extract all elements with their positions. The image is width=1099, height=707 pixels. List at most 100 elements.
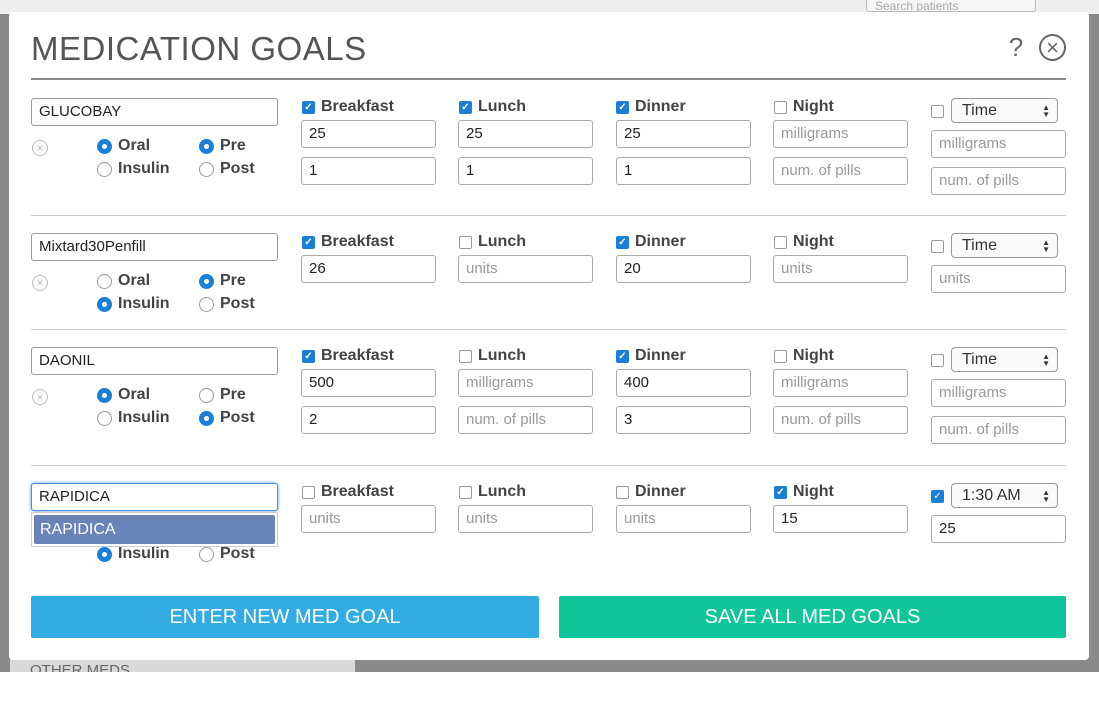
custom-amount-input[interactable]: milligrams <box>931 130 1066 158</box>
radio-insulin[interactable]: Insulin <box>97 545 170 563</box>
radio-pre[interactable]: Pre <box>199 386 246 404</box>
breakfast-amount-input[interactable]: units <box>301 505 436 533</box>
breakfast-pills-input[interactable]: 2 <box>301 406 436 434</box>
checkbox-label: Lunch <box>478 98 526 115</box>
lunch-amount-input[interactable]: milligrams <box>458 369 593 397</box>
checkbox-dinner[interactable]: Dinner <box>616 483 686 501</box>
custom-time-select[interactable]: 1:30 AM ▲ ▼ <box>951 483 1058 508</box>
custom-time-select[interactable]: Time ▲ ▼ <box>951 98 1058 123</box>
checkbox-label: Breakfast <box>321 233 394 250</box>
dinner-amount-input[interactable]: 400 <box>616 369 751 397</box>
radio-insulin[interactable]: Insulin <box>97 160 170 178</box>
checkbox-lunch[interactable]: Lunch <box>459 347 526 365</box>
radio-oral[interactable]: Oral <box>97 272 150 290</box>
autocomplete-option[interactable]: RAPIDICA <box>34 515 275 544</box>
dinner-pills-input[interactable]: 3 <box>616 406 751 434</box>
checkmark-icon: ✓ <box>302 235 315 249</box>
custom-amount-input[interactable]: units <box>931 265 1066 293</box>
custom-amount-input[interactable]: milligrams <box>931 379 1066 407</box>
radio-post[interactable]: Post <box>199 295 255 313</box>
med-name-input[interactable]: GLUCOBAY <box>31 98 278 126</box>
custom-time-checkbox[interactable]: ✓ <box>931 490 944 503</box>
checkbox-night[interactable]: Night <box>774 347 834 365</box>
radio-post[interactable]: Post <box>199 409 255 427</box>
radio-pre[interactable]: Pre <box>199 272 246 290</box>
checkbox-night[interactable]: ✓ Night <box>774 483 834 501</box>
night-pills-input[interactable]: num. of pills <box>773 406 908 434</box>
remove-med-icon[interactable]: × <box>32 389 48 405</box>
autocomplete-dropdown: RAPIDICA <box>31 512 278 547</box>
unchecked-box-icon <box>616 485 629 499</box>
checkbox-label: Dinner <box>635 347 686 364</box>
checkmark-icon: ✓ <box>302 349 315 363</box>
dinner-pills-input[interactable]: 1 <box>616 157 751 185</box>
checkbox-night[interactable]: Night <box>774 233 834 251</box>
breakfast-amount-input[interactable]: 500 <box>301 369 436 397</box>
med-name-input[interactable]: Mixtard30Penfill <box>31 233 278 261</box>
med-name-input[interactable]: DAONIL <box>31 347 278 375</box>
breakfast-pills-input[interactable]: 1 <box>301 157 436 185</box>
lunch-pills-input[interactable]: 1 <box>458 157 593 185</box>
custom-pills-input[interactable]: num. of pills <box>931 167 1066 195</box>
remove-med-icon[interactable]: × <box>32 275 48 291</box>
checkbox-lunch[interactable]: ✓ Lunch <box>459 98 526 116</box>
night-amount-input[interactable]: units <box>773 255 908 283</box>
radio-oral[interactable]: Oral <box>97 386 150 404</box>
custom-pills-input[interactable]: num. of pills <box>931 416 1066 444</box>
custom-time-select[interactable]: Time ▲ ▼ <box>951 233 1058 258</box>
custom-amount-input[interactable]: 25 <box>931 515 1066 543</box>
remove-med-icon[interactable]: × <box>32 140 48 156</box>
med-name-input[interactable]: RAPIDICA <box>31 483 278 511</box>
checkmark-icon: ✓ <box>616 349 629 363</box>
lunch-amount-input[interactable]: units <box>458 505 593 533</box>
radio-insulin[interactable]: Insulin <box>97 295 170 313</box>
unchecked-box-icon <box>459 349 472 363</box>
radio-oral[interactable]: Oral <box>97 137 150 155</box>
checkbox-breakfast[interactable]: Breakfast <box>302 483 394 501</box>
custom-time-checkbox[interactable] <box>931 105 944 118</box>
patient-search-input[interactable]: Search patients <box>866 0 1036 13</box>
dinner-amount-input[interactable]: 25 <box>616 120 751 148</box>
radio-label: Pre <box>220 272 246 289</box>
question-icon[interactable]: ? <box>1003 32 1029 63</box>
select-arrows-icon: ▲ ▼ <box>1042 488 1050 504</box>
custom-time-select[interactable]: Time ▲ ▼ <box>951 347 1058 372</box>
breakfast-amount-input[interactable]: 25 <box>301 120 436 148</box>
lunch-amount-input[interactable]: 25 <box>458 120 593 148</box>
checkbox-dinner[interactable]: ✓ Dinner <box>616 233 686 251</box>
select-value: Time <box>962 102 997 119</box>
checkbox-breakfast[interactable]: ✓ Breakfast <box>302 347 394 365</box>
custom-time-checkbox[interactable] <box>931 354 944 367</box>
checkbox-label: Dinner <box>635 483 686 500</box>
radio-label: Pre <box>220 386 246 403</box>
save-all-med-goals-button[interactable]: SAVE ALL MED GOALS <box>559 596 1066 638</box>
checkbox-dinner[interactable]: ✓ Dinner <box>616 98 686 116</box>
custom-time-checkbox[interactable] <box>931 240 944 253</box>
radio-insulin[interactable]: Insulin <box>97 409 170 427</box>
dinner-amount-input[interactable]: units <box>616 505 751 533</box>
checkbox-lunch[interactable]: Lunch <box>459 483 526 501</box>
enter-new-med-goal-button[interactable]: ENTER NEW MED GOAL <box>31 596 539 638</box>
checkbox-night[interactable]: Night <box>774 98 834 116</box>
checkbox-breakfast[interactable]: ✓ Breakfast <box>302 233 394 251</box>
night-amount-input[interactable]: milligrams <box>773 120 908 148</box>
radio-post[interactable]: Post <box>199 545 255 563</box>
checkbox-label: Breakfast <box>321 347 394 364</box>
night-pills-input[interactable]: num. of pills <box>773 157 908 185</box>
unchecked-box-icon <box>774 100 787 114</box>
dinner-amount-input[interactable]: 20 <box>616 255 751 283</box>
checkbox-breakfast[interactable]: ✓ Breakfast <box>302 98 394 116</box>
checkbox-lunch[interactable]: Lunch <box>459 233 526 251</box>
lunch-amount-input[interactable]: units <box>458 255 593 283</box>
checkmark-icon: ✓ <box>459 100 472 114</box>
radio-pre[interactable]: Pre <box>199 137 246 155</box>
breakfast-amount-input[interactable]: 26 <box>301 255 436 283</box>
radio-selected-icon <box>199 273 214 289</box>
close-icon[interactable]: × <box>1039 34 1066 61</box>
checkbox-dinner[interactable]: ✓ Dinner <box>616 347 686 365</box>
night-amount-input[interactable]: 15 <box>773 505 908 533</box>
night-amount-input[interactable]: milligrams <box>773 369 908 397</box>
lunch-pills-input[interactable]: num. of pills <box>458 406 593 434</box>
checkbox-label: Night <box>793 483 834 500</box>
radio-post[interactable]: Post <box>199 160 255 178</box>
